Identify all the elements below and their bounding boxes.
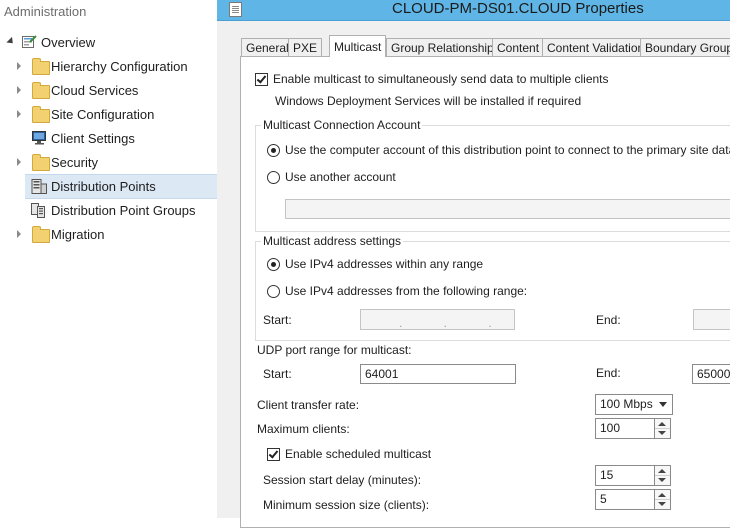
tree-label-distribution-points: Distribution Points (51, 179, 156, 194)
transfer-rate-label: Client transfer rate: (257, 398, 360, 412)
address-end-field[interactable] (693, 309, 730, 330)
tree-label-cloud-services: Cloud Services (51, 83, 139, 98)
ipv4-following-range-label[interactable]: Use IPv4 addresses from the following ra… (285, 284, 527, 298)
expand-arrow-icon[interactable] (17, 86, 21, 94)
enable-scheduled-multicast-label[interactable]: Enable scheduled multicast (285, 447, 431, 461)
expand-arrow-icon[interactable] (17, 230, 21, 238)
session-start-delay-field[interactable]: 15 (595, 465, 655, 486)
ipv4-any-range-label[interactable]: Use IPv4 addresses within any range (285, 257, 483, 271)
ipv4-any-range-radio[interactable] (267, 258, 280, 271)
tree-label-hierarchy-configuration: Hierarchy Configuration (51, 59, 188, 74)
computer-icon (32, 131, 48, 145)
min-session-size-field[interactable]: 5 (595, 489, 655, 510)
udp-start-field[interactable]: 64001 (360, 364, 516, 384)
properties-icon (229, 2, 242, 17)
max-clients-field[interactable]: 100 (595, 418, 655, 439)
spin-down-icon[interactable] (658, 478, 666, 482)
enable-multicast-checkbox[interactable] (255, 73, 268, 86)
address-end-label: End: (596, 313, 621, 327)
expand-arrow-icon[interactable] (17, 158, 21, 166)
tab-boundary-groups[interactable]: Boundary Groups (640, 38, 730, 57)
enable-scheduled-multicast-checkbox[interactable] (267, 448, 280, 461)
folder-icon (32, 106, 50, 123)
udp-end-label: End: (596, 366, 621, 380)
address-start-field[interactable]: . . . (360, 309, 515, 330)
tree-item-distribution-points[interactable]: Distribution Points (25, 174, 217, 199)
folder-icon (32, 58, 50, 75)
spinner-buttons[interactable] (655, 465, 671, 486)
tree-item-client-settings[interactable]: Client Settings (0, 127, 217, 150)
tab-pxe[interactable]: PXE (288, 38, 323, 57)
spin-up-icon[interactable] (658, 422, 666, 426)
session-start-delay-label: Session start delay (minutes): (263, 473, 422, 487)
transfer-rate-select[interactable]: 100 Mbps (595, 394, 673, 415)
udp-start-label: Start: (263, 367, 292, 381)
server-icon (31, 179, 47, 194)
tree-item-hierarchy-configuration[interactable]: Hierarchy Configuration (0, 55, 217, 78)
tab-content[interactable]: Content (492, 38, 545, 57)
use-computer-account-radio[interactable] (267, 144, 280, 157)
server-group-icon (31, 203, 48, 218)
folder-icon (32, 154, 50, 171)
tree-item-site-configuration[interactable]: Site Configuration (0, 103, 217, 126)
expand-arrow-icon[interactable] (17, 110, 21, 118)
address-start-value: . . . (399, 316, 511, 330)
tab-group-relationships[interactable]: Group Relationships (386, 38, 505, 57)
nav-title: Administration (4, 4, 87, 19)
min-session-size-stepper[interactable]: 5 (595, 489, 672, 510)
udp-range-title: UDP port range for multicast: (257, 343, 412, 357)
tab-general[interactable]: General (241, 38, 294, 57)
spinner-buttons[interactable] (655, 418, 671, 439)
expand-arrow-icon[interactable] (6, 36, 16, 47)
wds-note: Windows Deployment Services will be inst… (275, 94, 582, 108)
address-start-label: Start: (263, 313, 292, 327)
tree-item-cloud-services[interactable]: Cloud Services (0, 79, 217, 102)
session-start-delay-stepper[interactable]: 15 (595, 465, 672, 486)
spinner-buttons[interactable] (655, 489, 671, 510)
account-field[interactable] (285, 199, 730, 219)
spin-up-icon[interactable] (658, 493, 666, 497)
min-session-size-label: Minimum session size (clients): (263, 498, 430, 512)
max-clients-label: Maximum clients: (257, 422, 350, 436)
address-settings-title: Multicast address settings (261, 234, 404, 248)
connection-account-title: Multicast Connection Account (261, 118, 423, 132)
max-clients-stepper[interactable]: 100 (595, 418, 672, 439)
tree-item-distribution-point-groups[interactable]: Distribution Point Groups (0, 199, 217, 222)
tree-label-security: Security (51, 155, 98, 170)
dialog-title: CLOUD-PM-DS01.CLOUD Properties (392, 0, 644, 17)
navigation-pane: Administration Overview Hierarchy Config… (0, 0, 218, 518)
chevron-down-icon[interactable] (659, 402, 667, 407)
use-computer-account-label[interactable]: Use the computer account of this distrib… (285, 143, 730, 157)
tree-label-distribution-point-groups: Distribution Point Groups (51, 203, 196, 218)
tree-item-overview[interactable]: Overview (0, 31, 217, 54)
transfer-rate-value: 100 Mbps (600, 397, 653, 411)
tree-label-overview: Overview (41, 35, 96, 50)
use-another-account-label[interactable]: Use another account (285, 170, 396, 184)
udp-end-field[interactable]: 65000 (692, 364, 730, 384)
enable-multicast-label[interactable]: Enable multicast to simultaneously send … (273, 72, 609, 86)
expand-arrow-icon[interactable] (17, 62, 21, 70)
folder-icon (32, 226, 50, 243)
tree-item-migration[interactable]: Migration (0, 223, 217, 246)
folder-icon (32, 82, 50, 99)
tree-item-security[interactable]: Security (0, 151, 217, 174)
tree-label-client-settings: Client Settings (51, 131, 135, 146)
spin-up-icon[interactable] (658, 469, 666, 473)
spin-down-icon[interactable] (658, 502, 666, 506)
overview-icon (22, 35, 37, 49)
use-another-account-radio[interactable] (267, 171, 280, 184)
ipv4-following-range-radio[interactable] (267, 285, 280, 298)
dialog-titlebar[interactable]: CLOUD-PM-DS01.CLOUD Properties (217, 0, 730, 21)
tab-multicast[interactable]: Multicast (329, 35, 387, 57)
tab-content-validation[interactable]: Content Validation (542, 38, 650, 57)
tree-label-migration: Migration (51, 227, 105, 242)
tree-label-site-configuration: Site Configuration (51, 107, 155, 122)
nav-header: Administration (0, 0, 217, 24)
spin-down-icon[interactable] (658, 431, 666, 435)
